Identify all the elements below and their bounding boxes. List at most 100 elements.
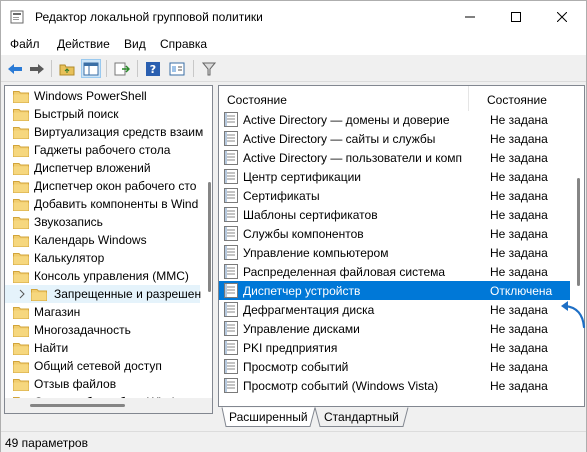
menu-file[interactable]: Файл <box>10 37 40 51</box>
tree-item[interactable]: Отзыв файлов <box>5 375 200 393</box>
policy-row[interactable]: Диспетчер устройств Отключена <box>219 281 570 300</box>
policy-setting-icon <box>224 321 238 336</box>
tree-item[interactable]: Календарь Windows <box>5 231 200 249</box>
policy-setting-icon <box>224 302 238 317</box>
console-tree[interactable]: Windows PowerShell Быстрый поиск Виртуализ… <box>4 85 213 414</box>
tree-item[interactable]: Найти <box>5 339 200 357</box>
tree-item[interactable]: Калькулятор <box>5 249 200 267</box>
main-window: Редактор локальной групповой политики Фа… <box>0 0 587 452</box>
policy-setting-icon <box>224 150 238 165</box>
policy-state: Не задана <box>490 208 548 222</box>
show-tree-button[interactable] <box>81 59 101 78</box>
folder-icon <box>13 235 29 247</box>
folder-icon <box>13 325 29 337</box>
column-divider[interactable] <box>468 86 469 111</box>
policy-setting-icon <box>224 131 238 146</box>
policy-setting-icon <box>224 112 238 127</box>
maximize-button[interactable] <box>493 1 539 33</box>
forward-button[interactable] <box>27 59 47 78</box>
tree-item[interactable]: Диспетчер окон рабочего сто <box>5 177 200 195</box>
tab-extended[interactable]: Расширенный <box>229 410 308 430</box>
tree-item[interactable]: Многозадачность <box>5 321 200 339</box>
policy-row[interactable]: Управление компьютером Не задана <box>219 243 570 262</box>
folder-icon <box>13 127 29 139</box>
policy-state: Не задана <box>490 360 548 374</box>
title-bar[interactable]: Редактор локальной групповой политики <box>1 1 586 33</box>
status-count: 49 параметров <box>5 436 88 450</box>
properties-button[interactable] <box>167 59 187 78</box>
policy-setting-icon <box>224 188 238 203</box>
policy-row[interactable]: Active Directory — пользователи и комп Не… <box>219 148 570 167</box>
policy-name: Сертификаты <box>243 189 320 203</box>
help-button[interactable]: ? <box>143 59 163 78</box>
policy-row[interactable]: Active Directory — домены и доверие Не за… <box>219 110 570 129</box>
folder-icon <box>31 289 47 301</box>
tree-item-label: Консоль управления (MMC) <box>34 269 189 283</box>
policy-setting-icon <box>224 359 238 374</box>
close-button[interactable] <box>539 1 585 33</box>
tree-item-label: Многозадачность <box>34 323 131 337</box>
menu-help[interactable]: Справка <box>160 37 207 51</box>
chevron-right-icon[interactable] <box>18 289 26 299</box>
policy-setting-icon <box>224 340 238 355</box>
policy-row[interactable]: Просмотр событий (Windows Vista) Не задан… <box>219 376 570 395</box>
tree-item[interactable]: Быстрый поиск <box>5 105 200 123</box>
policy-row[interactable]: Сертификаты Не задана <box>219 186 570 205</box>
policy-name: Active Directory — пользователи и комп <box>243 151 463 165</box>
tab-standard[interactable]: Стандартный <box>324 410 399 430</box>
minimize-button[interactable] <box>447 1 493 33</box>
column-header-name[interactable]: Состояние <box>227 93 287 107</box>
policy-row[interactable]: Распределенная файловая система Не задана <box>219 262 570 281</box>
policy-row[interactable]: Службы компонентов Не задана <box>219 224 570 243</box>
help-icon: ? <box>146 61 160 76</box>
menu-view[interactable]: Вид <box>124 37 146 51</box>
policy-name: Диспетчер устройств <box>243 284 361 298</box>
filter-button[interactable] <box>199 59 219 78</box>
policy-name: Распределенная файловая система <box>243 265 446 279</box>
tree-item[interactable]: Виртуализация средств взаим <box>5 123 204 141</box>
forward-arrow-icon <box>30 63 44 74</box>
tree-item[interactable]: Гаджеты рабочего стола <box>5 141 200 159</box>
tree-item[interactable]: Звукозапись <box>5 213 200 231</box>
up-folder-button[interactable] <box>57 59 77 78</box>
tree-item-label: Виртуализация средств взаим <box>34 125 204 139</box>
toolbar-separator <box>106 60 107 77</box>
tree-item[interactable]: Магазин <box>5 303 200 321</box>
tree-item[interactable]: Консоль управления (MMC) <box>5 267 200 285</box>
close-icon <box>557 12 567 22</box>
column-header-state[interactable]: Состояние <box>487 93 547 107</box>
menu-action[interactable]: Действие <box>57 37 110 51</box>
folder-icon <box>13 145 29 157</box>
policy-state: Не задана <box>490 246 548 260</box>
list-scroll-thumb[interactable] <box>577 178 580 286</box>
tree-item-label: Windows PowerShell <box>34 89 147 103</box>
back-button[interactable] <box>5 59 25 78</box>
policy-name: Дефрагментация диска <box>243 303 375 317</box>
policy-row[interactable]: PKI предприятия Не задана <box>219 338 570 357</box>
console-tree-icon <box>83 62 99 75</box>
tree-item-label: Быстрый поиск <box>34 107 119 121</box>
toolbar-separator <box>193 60 194 77</box>
tree-item[interactable]: Windows PowerShell <box>5 87 200 105</box>
export-list-button[interactable] <box>112 59 132 78</box>
policy-row[interactable]: Управление дисками Не задана <box>219 319 570 338</box>
tree-item[interactable]: Запрещенные и разрешен <box>5 285 201 303</box>
settings-list[interactable]: Состояние Состояние Active Directory — д… <box>218 85 585 407</box>
menu-bar: Файл Действие Вид Справка <box>1 33 586 55</box>
policy-row[interactable]: Просмотр событий Не задана <box>219 357 570 376</box>
policy-row[interactable]: Шаблоны сертификатов Не задана <box>219 205 570 224</box>
tree-horizontal-scroll-thumb[interactable] <box>30 404 125 407</box>
tree-item[interactable]: Добавить компоненты в Wind <box>5 195 200 213</box>
tree-item[interactable]: Общий сетевой доступ <box>5 357 200 375</box>
policy-state: Отключена <box>490 284 553 298</box>
policy-row[interactable]: Центр сертификации Не задана <box>219 167 570 186</box>
tree-vertical-scroll-thumb[interactable] <box>208 182 211 292</box>
folder-icon <box>13 307 29 319</box>
policy-row[interactable]: Active Directory — сайты и службы Не зада… <box>219 129 570 148</box>
folder-icon <box>13 253 29 265</box>
policy-state: Не задана <box>490 227 548 241</box>
tree-item[interactable]: Диспетчер вложений <box>5 159 200 177</box>
policy-state: Не задана <box>490 170 548 184</box>
policy-row[interactable]: Дефрагментация диска Не задана <box>219 300 570 319</box>
policy-setting-icon <box>224 283 238 298</box>
